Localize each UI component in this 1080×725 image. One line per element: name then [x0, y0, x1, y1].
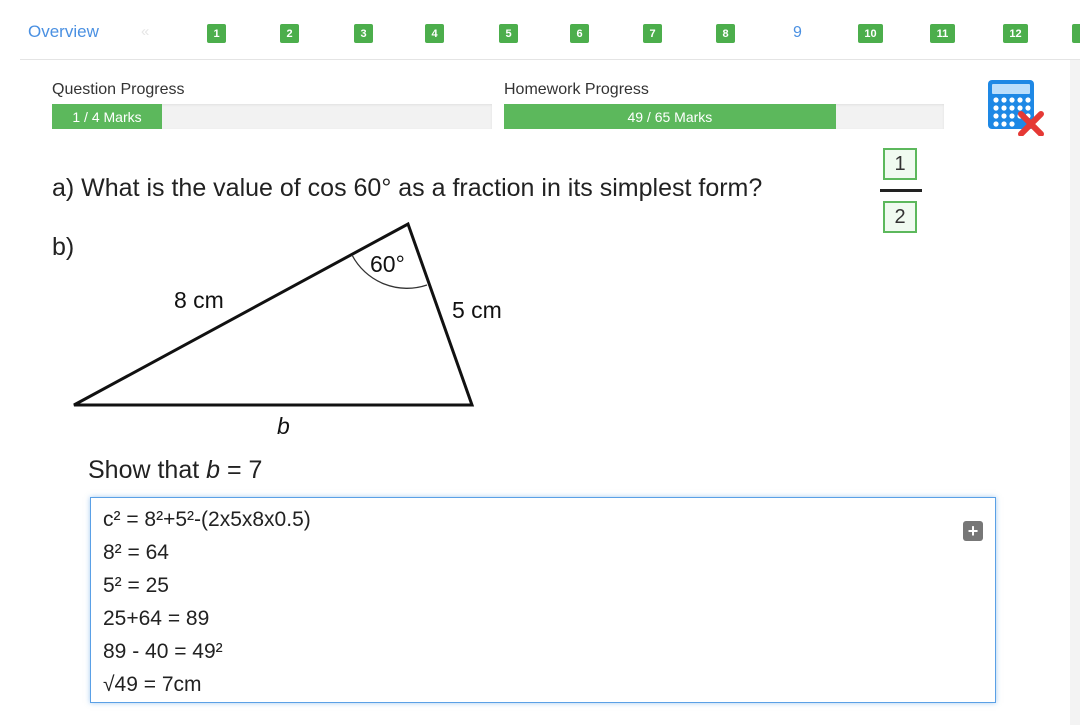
question-a-text: a) What is the value of cos 60° as a fra… — [52, 174, 763, 202]
next-question-tab[interactable] — [1072, 24, 1080, 43]
side-left-label: 8 cm — [174, 287, 224, 313]
question-progress-label: Question Progress — [52, 81, 185, 98]
numerator-input[interactable]: 1 — [883, 148, 917, 180]
answer-line: 8² = 64 — [103, 541, 169, 564]
side-right-label: 5 cm — [452, 297, 502, 323]
question-navigation: Overview « 1 2 3 4 5 6 7 8 9 10 11 12 — [0, 0, 1080, 60]
side-bottom-label: b — [277, 413, 290, 439]
instruction-variable: b — [206, 456, 221, 484]
scrollbar-track[interactable] — [1070, 60, 1080, 725]
answer-line: 89 - 40 = 49² — [103, 640, 223, 663]
homework-progress-label: Homework Progress — [504, 81, 649, 98]
question-12-button[interactable]: 12 — [1003, 24, 1028, 43]
question-progress-bar: 1 / 4 Marks — [52, 104, 492, 129]
fraction-answer: 1 2 — [878, 148, 924, 236]
show-that-instruction: Show that b = 7 — [88, 456, 262, 485]
calculator-not-allowed-icon[interactable] — [986, 80, 1044, 137]
question-5-button[interactable]: 5 — [499, 24, 518, 43]
working-answer-box[interactable]: c² = 8²+5²-(2x5x8x0.5) 8² = 64 5² = 25 2… — [90, 497, 996, 703]
angle-label: 60° — [370, 251, 405, 277]
question-11-button[interactable]: 11 — [930, 24, 955, 43]
question-10-button[interactable]: 10 — [858, 24, 883, 43]
answer-line: 25+64 = 89 — [103, 607, 210, 630]
answer-line: 5² = 25 — [103, 574, 169, 597]
instruction-suffix: = 7 — [220, 456, 263, 484]
expand-plus-button[interactable]: + — [963, 521, 983, 541]
homework-progress-bar: 49 / 65 Marks — [504, 104, 944, 129]
question-2-button[interactable]: 2 — [280, 24, 299, 43]
question-8-button[interactable]: 8 — [716, 24, 735, 43]
question-progress-fill: 1 / 4 Marks — [52, 104, 162, 129]
triangle-diagram: 60° 8 cm 5 cm b — [73, 221, 502, 439]
question-7-button[interactable]: 7 — [643, 24, 662, 43]
fraction-line — [880, 189, 922, 192]
answer-line: √49 = 7cm — [103, 673, 202, 696]
answer-line: c² = 8²+5²-(2x5x8x0.5) — [103, 508, 311, 531]
question-1-button[interactable]: 1 — [207, 24, 226, 43]
nav-divider — [20, 59, 1080, 60]
homework-progress-fill: 49 / 65 Marks — [504, 104, 836, 129]
question-4-button[interactable]: 4 — [425, 24, 444, 43]
previous-arrow-icon[interactable]: « — [141, 23, 149, 40]
instruction-prefix: Show that — [88, 456, 207, 484]
denominator-input[interactable]: 2 — [883, 201, 917, 233]
overview-link[interactable]: Overview — [28, 22, 99, 42]
question-9-button[interactable]: 9 — [788, 23, 807, 42]
question-6-button[interactable]: 6 — [570, 24, 589, 43]
question-3-button[interactable]: 3 — [354, 24, 373, 43]
